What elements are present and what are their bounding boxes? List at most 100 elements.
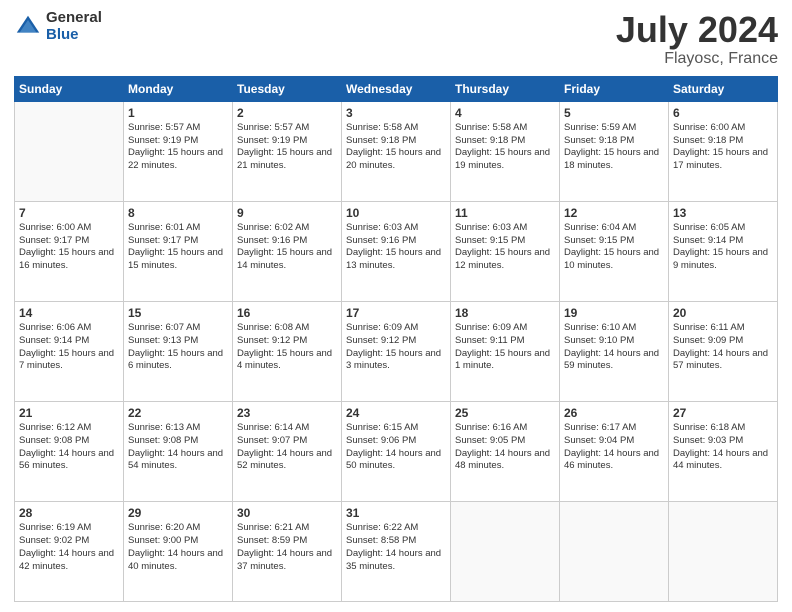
day-info: Sunrise: 6:09 AMSunset: 9:12 PMDaylight:… bbox=[346, 322, 441, 371]
day-info: Sunrise: 6:15 AMSunset: 9:06 PMDaylight:… bbox=[346, 422, 441, 471]
day-info: Sunrise: 6:16 AMSunset: 9:05 PMDaylight:… bbox=[455, 422, 550, 471]
logo-general-text: General bbox=[46, 10, 102, 27]
day-number: 3 bbox=[346, 105, 446, 121]
day-number: 17 bbox=[346, 305, 446, 321]
day-info: Sunrise: 6:11 AMSunset: 9:09 PMDaylight:… bbox=[673, 322, 768, 371]
day-info: Sunrise: 6:18 AMSunset: 9:03 PMDaylight:… bbox=[673, 422, 768, 471]
day-info: Sunrise: 5:57 AMSunset: 9:19 PMDaylight:… bbox=[128, 122, 223, 171]
table-row: 10Sunrise: 6:03 AMSunset: 9:16 PMDayligh… bbox=[342, 201, 451, 301]
day-number: 7 bbox=[19, 205, 119, 221]
day-info: Sunrise: 6:20 AMSunset: 9:00 PMDaylight:… bbox=[128, 522, 223, 571]
table-row bbox=[15, 101, 124, 201]
table-row: 15Sunrise: 6:07 AMSunset: 9:13 PMDayligh… bbox=[124, 301, 233, 401]
day-number: 29 bbox=[128, 505, 228, 521]
day-info: Sunrise: 6:19 AMSunset: 9:02 PMDaylight:… bbox=[19, 522, 114, 571]
day-number: 28 bbox=[19, 505, 119, 521]
day-info: Sunrise: 6:08 AMSunset: 9:12 PMDaylight:… bbox=[237, 322, 332, 371]
table-row: 20Sunrise: 6:11 AMSunset: 9:09 PMDayligh… bbox=[669, 301, 778, 401]
col-thursday: Thursday bbox=[451, 76, 560, 101]
day-info: Sunrise: 6:05 AMSunset: 9:14 PMDaylight:… bbox=[673, 222, 768, 271]
day-number: 23 bbox=[237, 405, 337, 421]
day-info: Sunrise: 6:22 AMSunset: 8:58 PMDaylight:… bbox=[346, 522, 441, 571]
day-number: 18 bbox=[455, 305, 555, 321]
table-row: 27Sunrise: 6:18 AMSunset: 9:03 PMDayligh… bbox=[669, 401, 778, 501]
day-number: 26 bbox=[564, 405, 664, 421]
day-number: 9 bbox=[237, 205, 337, 221]
day-number: 5 bbox=[564, 105, 664, 121]
day-number: 2 bbox=[237, 105, 337, 121]
table-row: 26Sunrise: 6:17 AMSunset: 9:04 PMDayligh… bbox=[560, 401, 669, 501]
day-number: 24 bbox=[346, 405, 446, 421]
table-row: 5Sunrise: 5:59 AMSunset: 9:18 PMDaylight… bbox=[560, 101, 669, 201]
day-info: Sunrise: 6:00 AMSunset: 9:18 PMDaylight:… bbox=[673, 122, 768, 171]
logo-text: General Blue bbox=[46, 10, 102, 43]
day-info: Sunrise: 6:13 AMSunset: 9:08 PMDaylight:… bbox=[128, 422, 223, 471]
col-tuesday: Tuesday bbox=[233, 76, 342, 101]
day-number: 4 bbox=[455, 105, 555, 121]
calendar-week-row: 7Sunrise: 6:00 AMSunset: 9:17 PMDaylight… bbox=[15, 201, 778, 301]
table-row: 23Sunrise: 6:14 AMSunset: 9:07 PMDayligh… bbox=[233, 401, 342, 501]
day-number: 31 bbox=[346, 505, 446, 521]
day-number: 8 bbox=[128, 205, 228, 221]
day-info: Sunrise: 6:00 AMSunset: 9:17 PMDaylight:… bbox=[19, 222, 114, 271]
day-number: 25 bbox=[455, 405, 555, 421]
day-info: Sunrise: 5:59 AMSunset: 9:18 PMDaylight:… bbox=[564, 122, 659, 171]
day-info: Sunrise: 6:21 AMSunset: 8:59 PMDaylight:… bbox=[237, 522, 332, 571]
day-number: 12 bbox=[564, 205, 664, 221]
col-wednesday: Wednesday bbox=[342, 76, 451, 101]
table-row: 17Sunrise: 6:09 AMSunset: 9:12 PMDayligh… bbox=[342, 301, 451, 401]
calendar-week-row: 1Sunrise: 5:57 AMSunset: 9:19 PMDaylight… bbox=[15, 101, 778, 201]
day-number: 20 bbox=[673, 305, 773, 321]
day-info: Sunrise: 6:07 AMSunset: 9:13 PMDaylight:… bbox=[128, 322, 223, 371]
day-info: Sunrise: 6:12 AMSunset: 9:08 PMDaylight:… bbox=[19, 422, 114, 471]
table-row: 16Sunrise: 6:08 AMSunset: 9:12 PMDayligh… bbox=[233, 301, 342, 401]
table-row: 11Sunrise: 6:03 AMSunset: 9:15 PMDayligh… bbox=[451, 201, 560, 301]
calendar-week-row: 21Sunrise: 6:12 AMSunset: 9:08 PMDayligh… bbox=[15, 401, 778, 501]
table-row: 22Sunrise: 6:13 AMSunset: 9:08 PMDayligh… bbox=[124, 401, 233, 501]
table-row: 28Sunrise: 6:19 AMSunset: 9:02 PMDayligh… bbox=[15, 501, 124, 601]
day-number: 6 bbox=[673, 105, 773, 121]
table-row: 4Sunrise: 5:58 AMSunset: 9:18 PMDaylight… bbox=[451, 101, 560, 201]
day-info: Sunrise: 6:03 AMSunset: 9:16 PMDaylight:… bbox=[346, 222, 441, 271]
day-number: 21 bbox=[19, 405, 119, 421]
day-number: 13 bbox=[673, 205, 773, 221]
table-row: 29Sunrise: 6:20 AMSunset: 9:00 PMDayligh… bbox=[124, 501, 233, 601]
calendar-week-row: 28Sunrise: 6:19 AMSunset: 9:02 PMDayligh… bbox=[15, 501, 778, 601]
table-row: 14Sunrise: 6:06 AMSunset: 9:14 PMDayligh… bbox=[15, 301, 124, 401]
logo-blue-text: Blue bbox=[46, 27, 102, 44]
table-row: 8Sunrise: 6:01 AMSunset: 9:17 PMDaylight… bbox=[124, 201, 233, 301]
col-friday: Friday bbox=[560, 76, 669, 101]
logo: General Blue bbox=[14, 10, 102, 43]
day-info: Sunrise: 5:57 AMSunset: 9:19 PMDaylight:… bbox=[237, 122, 332, 171]
table-row: 30Sunrise: 6:21 AMSunset: 8:59 PMDayligh… bbox=[233, 501, 342, 601]
day-number: 14 bbox=[19, 305, 119, 321]
day-number: 27 bbox=[673, 405, 773, 421]
day-info: Sunrise: 6:03 AMSunset: 9:15 PMDaylight:… bbox=[455, 222, 550, 271]
day-info: Sunrise: 6:14 AMSunset: 9:07 PMDaylight:… bbox=[237, 422, 332, 471]
col-saturday: Saturday bbox=[669, 76, 778, 101]
table-row: 24Sunrise: 6:15 AMSunset: 9:06 PMDayligh… bbox=[342, 401, 451, 501]
page: General Blue July 2024 Flayosc, France S… bbox=[0, 0, 792, 612]
day-number: 10 bbox=[346, 205, 446, 221]
table-row: 19Sunrise: 6:10 AMSunset: 9:10 PMDayligh… bbox=[560, 301, 669, 401]
day-info: Sunrise: 6:17 AMSunset: 9:04 PMDaylight:… bbox=[564, 422, 659, 471]
table-row bbox=[560, 501, 669, 601]
day-number: 30 bbox=[237, 505, 337, 521]
location-title: Flayosc, France bbox=[616, 50, 778, 68]
table-row: 7Sunrise: 6:00 AMSunset: 9:17 PMDaylight… bbox=[15, 201, 124, 301]
col-sunday: Sunday bbox=[15, 76, 124, 101]
day-info: Sunrise: 6:01 AMSunset: 9:17 PMDaylight:… bbox=[128, 222, 223, 271]
table-row: 31Sunrise: 6:22 AMSunset: 8:58 PMDayligh… bbox=[342, 501, 451, 601]
day-info: Sunrise: 6:10 AMSunset: 9:10 PMDaylight:… bbox=[564, 322, 659, 371]
day-info: Sunrise: 6:04 AMSunset: 9:15 PMDaylight:… bbox=[564, 222, 659, 271]
col-monday: Monday bbox=[124, 76, 233, 101]
day-number: 16 bbox=[237, 305, 337, 321]
table-row bbox=[669, 501, 778, 601]
day-number: 15 bbox=[128, 305, 228, 321]
table-row: 12Sunrise: 6:04 AMSunset: 9:15 PMDayligh… bbox=[560, 201, 669, 301]
day-info: Sunrise: 6:06 AMSunset: 9:14 PMDaylight:… bbox=[19, 322, 114, 371]
logo-icon bbox=[14, 13, 42, 41]
calendar-table: Sunday Monday Tuesday Wednesday Thursday… bbox=[14, 76, 778, 602]
day-number: 1 bbox=[128, 105, 228, 121]
table-row: 2Sunrise: 5:57 AMSunset: 9:19 PMDaylight… bbox=[233, 101, 342, 201]
